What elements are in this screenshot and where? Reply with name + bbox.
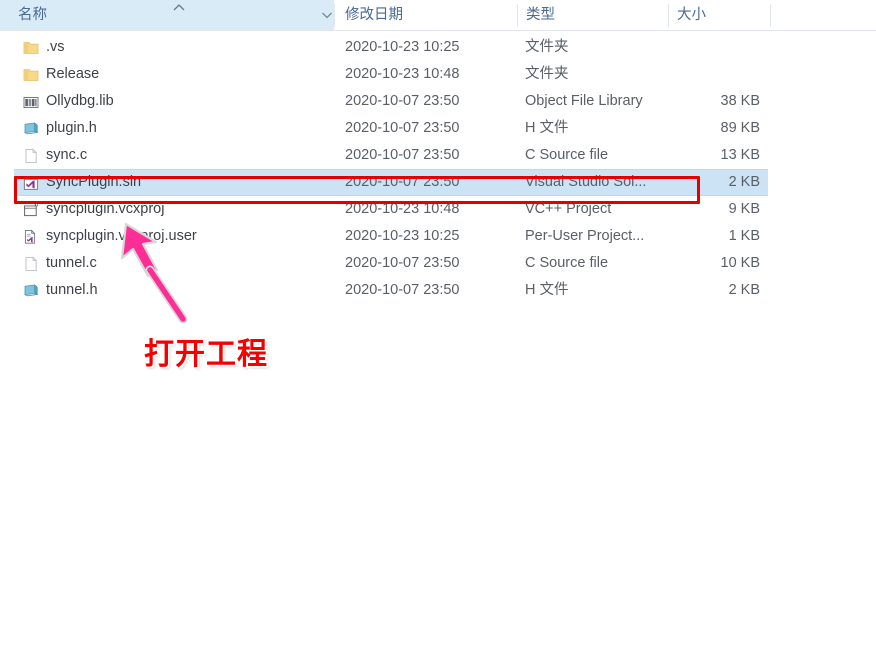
column-divider-size[interactable]	[770, 4, 771, 27]
column-header-name[interactable]: 名称	[0, 0, 334, 30]
column-header-date-label: 修改日期	[345, 7, 403, 23]
blank-document-icon	[22, 255, 40, 273]
column-header-type[interactable]: 类型	[518, 0, 668, 30]
file-type: H 文件	[525, 282, 569, 298]
blank-document-icon	[22, 147, 40, 165]
vs-solution-icon	[22, 174, 40, 192]
file-type: VC++ Project	[525, 201, 612, 217]
file-date: 2020-10-23 10:25	[345, 39, 460, 55]
file-date: 2020-10-07 23:50	[345, 282, 460, 298]
file-name: sync.c	[46, 147, 88, 163]
file-name: SyncPlugin.sln	[46, 174, 142, 190]
file-row[interactable]: sync.c 2020-10-07 23:50 C Source file 13 KB	[0, 142, 876, 169]
file-type: C Source file	[525, 147, 609, 163]
file-date: 2020-10-23 10:48	[345, 201, 460, 217]
file-row[interactable]: Release 2020-10-23 10:48 文件夹	[0, 61, 876, 88]
file-size: 2 KB	[728, 282, 760, 298]
file-type: Object File Library	[525, 93, 643, 109]
file-row[interactable]: tunnel.h 2020-10-07 23:50 H 文件 2 KB	[0, 277, 876, 304]
column-header-size-label: 大小	[677, 7, 706, 23]
file-row[interactable]: .vs 2020-10-23 10:25 文件夹	[0, 34, 876, 61]
file-type: 文件夹	[525, 39, 569, 55]
file-row[interactable]: plugin.h 2020-10-07 23:50 H 文件 89 KB	[0, 115, 876, 142]
vs-user-file-icon	[22, 228, 40, 246]
header-file-icon	[22, 120, 40, 138]
file-date: 2020-10-07 23:50	[345, 93, 460, 109]
column-header-size[interactable]: 大小	[669, 0, 770, 30]
file-type: C Source file	[525, 255, 609, 271]
file-date: 2020-10-23 10:48	[345, 66, 460, 82]
file-date: 2020-10-23 10:25	[345, 228, 460, 244]
file-name: Release	[46, 66, 100, 82]
file-date: 2020-10-07 23:50	[345, 120, 460, 136]
file-date: 2020-10-07 23:50	[345, 147, 460, 163]
file-name: tunnel.c	[46, 255, 97, 271]
file-row[interactable]: tunnel.c 2020-10-07 23:50 C Source file 10 …	[0, 250, 876, 277]
vcxproj-icon	[22, 201, 40, 219]
folder-icon	[22, 39, 40, 57]
file-date: 2020-10-07 23:50	[345, 174, 460, 190]
file-size: 89 KB	[720, 120, 761, 136]
file-size	[660, 34, 760, 61]
file-size: 10 KB	[720, 255, 761, 271]
file-name: Ollydbg.lib	[46, 93, 114, 109]
folder-icon	[22, 66, 40, 84]
annotation-callout-text: 打开工程	[144, 338, 268, 371]
column-header-bar: 名称 修改日期 类型 大小	[0, 0, 876, 31]
column-header-name-label: 名称	[18, 7, 47, 23]
file-size: 2 KB	[728, 174, 760, 190]
file-size: 9 KB	[728, 201, 760, 217]
file-row[interactable]: Ollydbg.lib 2020-10-07 23:50 Object File L…	[0, 88, 876, 115]
file-name: syncplugin.vcxproj	[46, 201, 165, 217]
column-header-type-label: 类型	[526, 7, 555, 23]
file-size: 38 KB	[720, 93, 761, 109]
file-name: syncplugin.vcxproj.user	[46, 228, 197, 244]
file-row[interactable]: syncplugin.vcxproj 2020-10-23 10:48 VC++ P…	[0, 196, 876, 223]
file-row[interactable]: SyncPlugin.sln 2020-10-07 23:50 Visual Stu…	[0, 169, 876, 196]
library-icon	[22, 93, 40, 111]
file-row[interactable]: syncplugin.vcxproj.user 2020-10-23 10:25 P…	[0, 223, 876, 250]
file-name: tunnel.h	[46, 282, 98, 298]
chevron-down-icon[interactable]	[319, 9, 335, 21]
file-type: Per-User Project...	[525, 228, 645, 244]
column-header-date[interactable]: 修改日期	[335, 0, 517, 30]
file-name: plugin.h	[46, 120, 97, 136]
file-type: 文件夹	[525, 66, 569, 82]
file-type: H 文件	[525, 120, 569, 136]
file-size: 13 KB	[720, 147, 761, 163]
file-size	[660, 61, 760, 88]
file-list: .vs 2020-10-23 10:25 文件夹 Release 2020-10-23 …	[0, 34, 876, 304]
header-file-icon	[22, 282, 40, 300]
file-date: 2020-10-07 23:50	[345, 255, 460, 271]
file-name: .vs	[46, 39, 65, 55]
file-type: Visual Studio Sol...	[525, 174, 647, 190]
file-size: 1 KB	[728, 228, 760, 244]
